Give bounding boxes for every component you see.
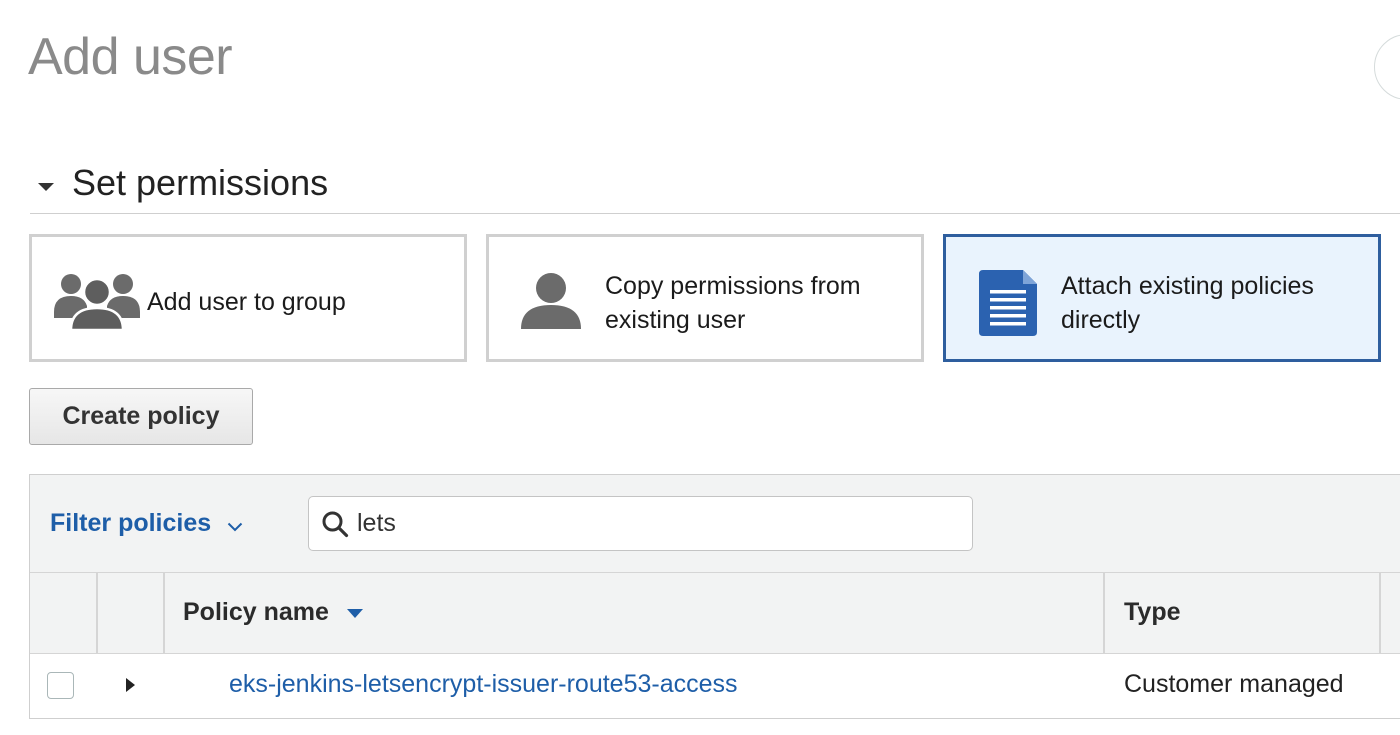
user-icon xyxy=(521,273,581,334)
option-copy-permissions[interactable]: Copy permissions from existing user xyxy=(486,234,924,362)
group-icon xyxy=(54,272,140,335)
column-divider xyxy=(96,573,98,653)
filter-policies-dropdown[interactable]: Filter policies xyxy=(50,508,243,539)
policy-name-link[interactable]: eks-jenkins-letsencrypt-issuer-route53-a… xyxy=(229,670,738,699)
section-title: Set permissions xyxy=(72,162,329,203)
option-label: Attach existing policies directly xyxy=(1061,272,1314,334)
table-row: eks-jenkins-letsencrypt-issuer-route53-a… xyxy=(30,654,1400,719)
create-policy-button[interactable]: Create policy xyxy=(29,388,253,445)
search-input[interactable] xyxy=(357,509,937,538)
page-title: Add user xyxy=(28,28,233,86)
option-attach-policies[interactable]: Attach existing policies directly xyxy=(943,234,1381,362)
permissions-section-header: Set permissions xyxy=(30,160,1400,214)
search-icon xyxy=(321,510,349,538)
policy-type: Customer managed xyxy=(1124,670,1344,698)
column-divider xyxy=(1103,573,1105,653)
document-icon xyxy=(979,270,1037,341)
help-circle-icon[interactable] xyxy=(1374,34,1400,100)
table-header-row: Policy name Type xyxy=(30,573,1400,654)
filter-label: Filter policies xyxy=(50,509,212,537)
column-header-label: Policy name xyxy=(183,598,329,626)
collapse-caret-icon[interactable] xyxy=(38,183,54,191)
row-checkbox[interactable] xyxy=(47,672,74,699)
add-user-page: Add user Set permissions Add user to gro… xyxy=(0,0,1400,735)
column-header-type[interactable]: Type xyxy=(1124,598,1181,627)
column-header-policy-name[interactable]: Policy name xyxy=(183,598,363,627)
column-divider xyxy=(163,573,165,653)
chevron-down-icon xyxy=(227,510,243,539)
sort-caret-icon xyxy=(346,609,363,618)
policies-table: Filter policies lets Policy name Type ek… xyxy=(29,474,1400,719)
search-box[interactable] xyxy=(308,496,973,551)
option-label: Add user to group xyxy=(147,288,346,316)
expand-caret-icon[interactable] xyxy=(126,678,135,692)
filter-bar: Filter policies xyxy=(30,475,1400,573)
option-add-user-to-group[interactable]: Add user to group xyxy=(29,234,467,362)
column-divider xyxy=(1379,573,1381,653)
option-label: Copy permissions from existing user xyxy=(605,272,861,334)
